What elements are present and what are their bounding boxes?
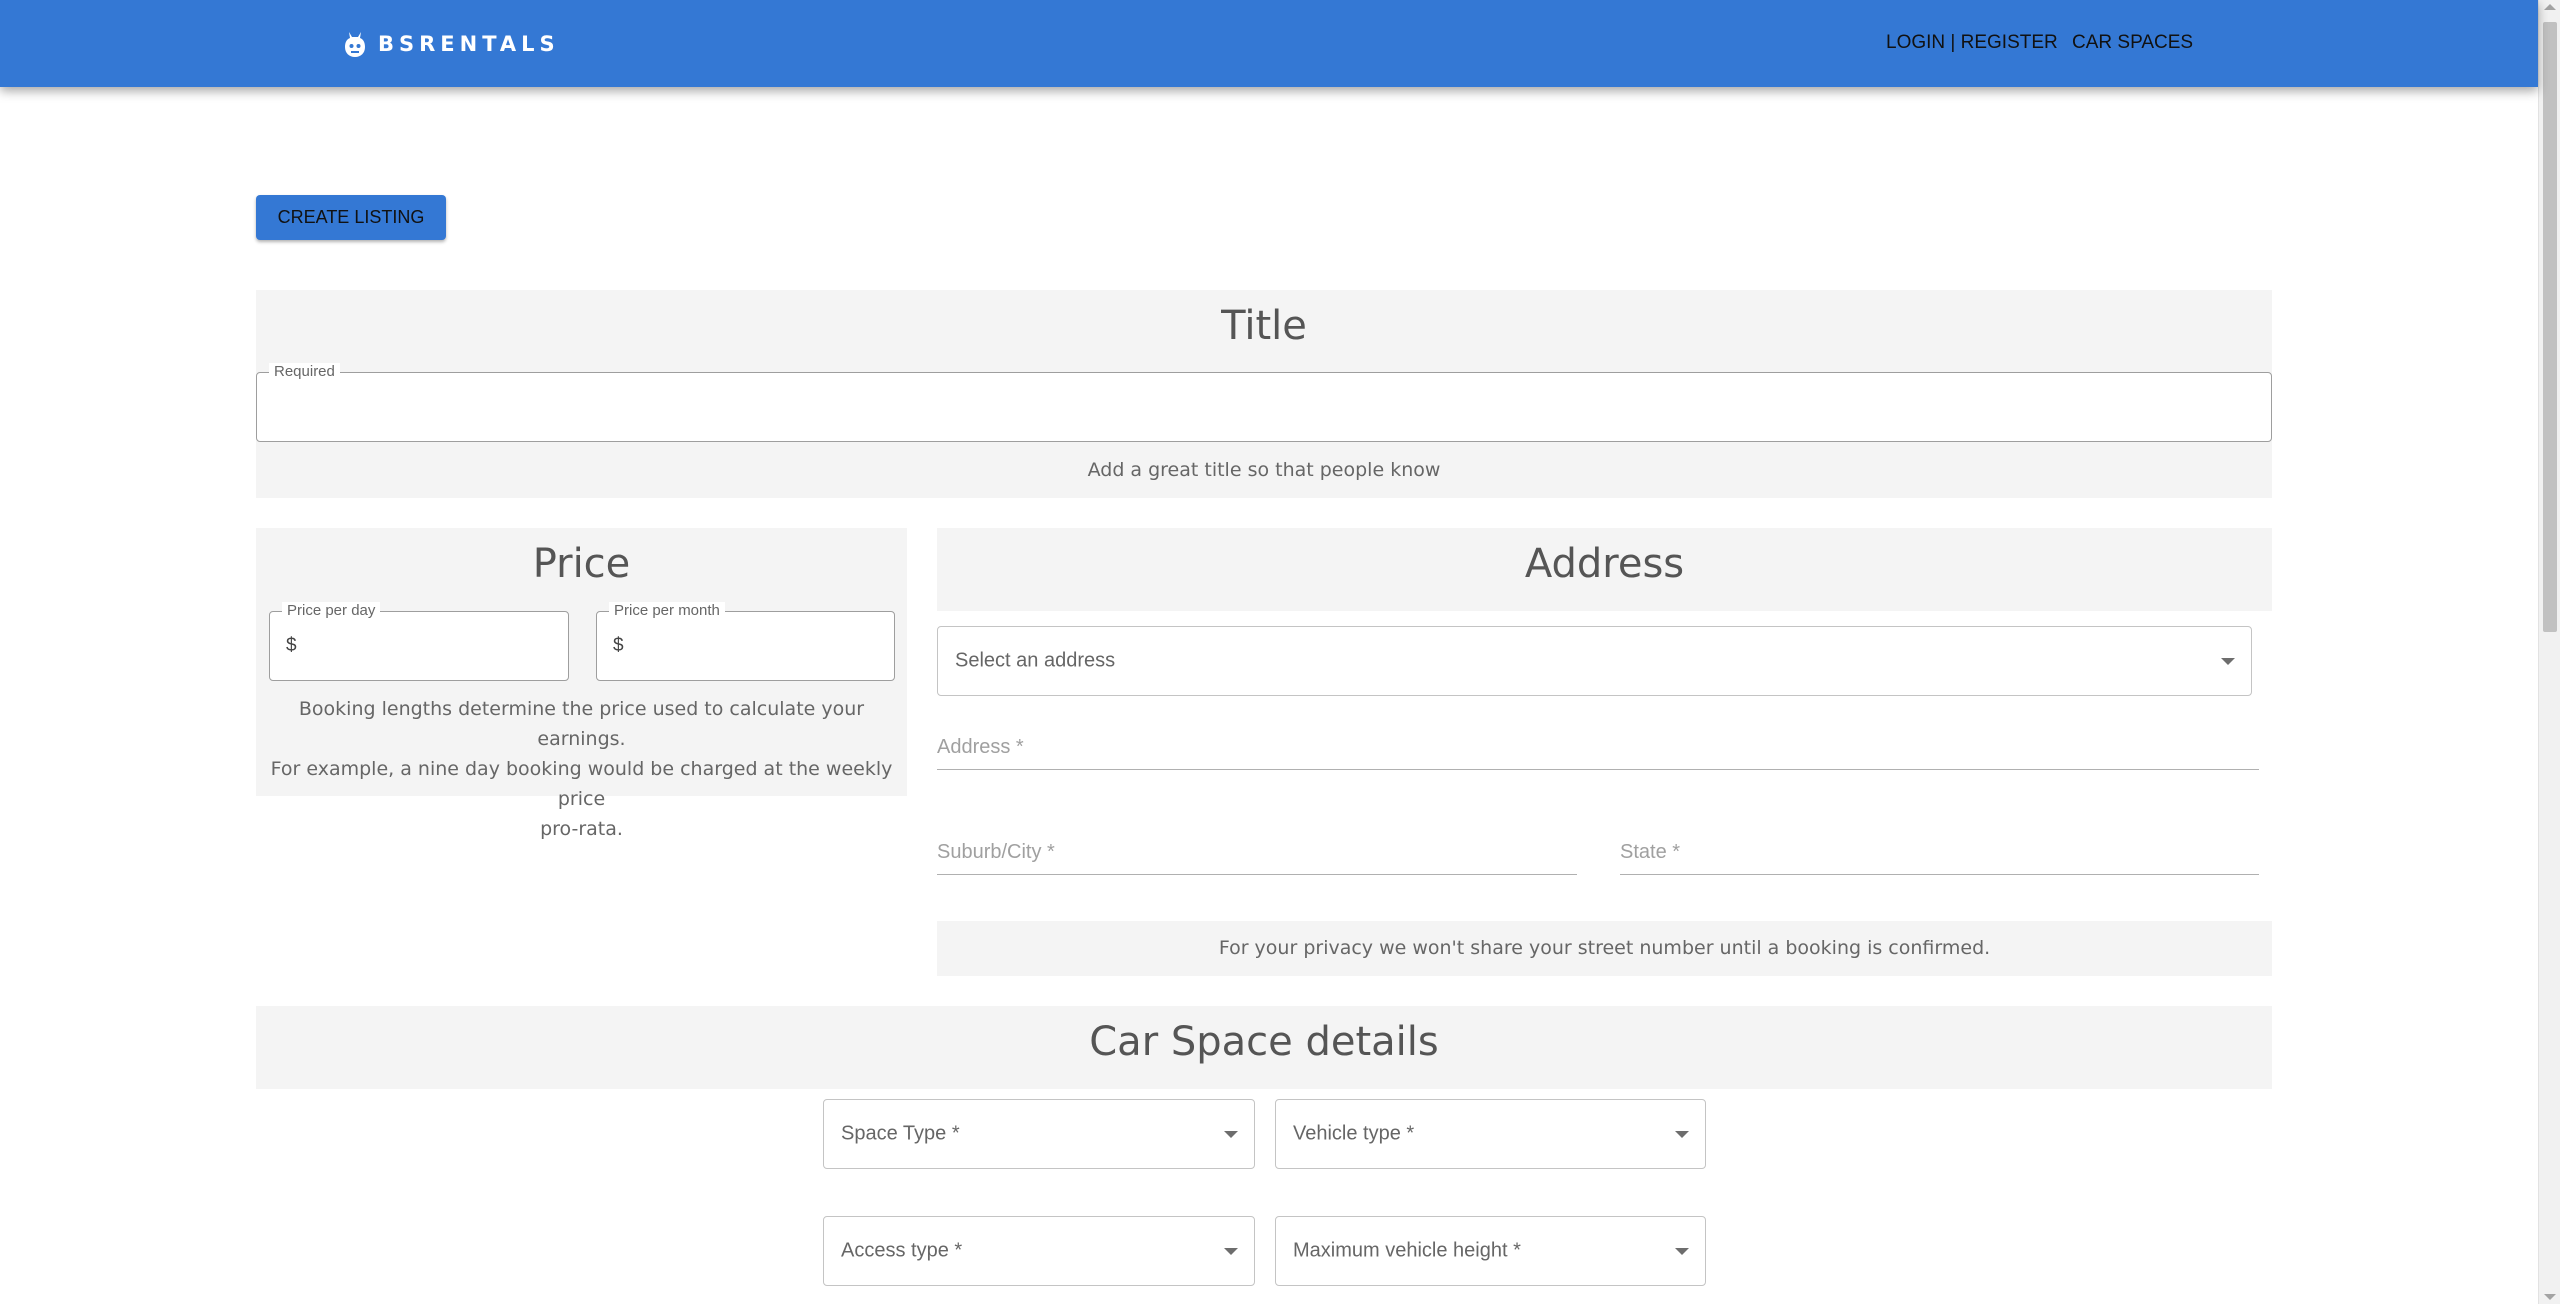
price-helper-line: Booking lengths determine the price used… xyxy=(298,698,865,750)
price-heading: Price xyxy=(532,541,631,587)
price-per-day-field[interactable]: Price per day $ xyxy=(269,602,569,681)
access-type-label: Access type * xyxy=(841,1239,963,1262)
price-per-month-input[interactable] xyxy=(633,622,884,670)
address-field[interactable]: Address * xyxy=(937,730,2259,770)
address-select[interactable]: Select an address xyxy=(937,626,2252,696)
title-field[interactable]: Required xyxy=(256,363,2272,442)
brand-logo[interactable]: BSRENTALS xyxy=(344,30,560,58)
scroll-thumb[interactable] xyxy=(2543,22,2557,632)
address-heading: Address xyxy=(1524,541,1685,587)
price-per-month-field[interactable]: Price per month $ xyxy=(596,602,895,681)
chevron-down-icon xyxy=(1675,1131,1689,1138)
scroll-down-arrow-icon[interactable] xyxy=(2544,1294,2556,1300)
currency-prefix: $ xyxy=(613,635,624,656)
max-vehicle-height-select[interactable]: Maximum vehicle height * xyxy=(1275,1216,1706,1286)
brand-name: BSRENTALS xyxy=(378,32,560,56)
space-type-select[interactable]: Space Type * xyxy=(823,1099,1255,1169)
price-per-day-input[interactable] xyxy=(306,622,558,670)
scroll-up-arrow-icon[interactable] xyxy=(2544,4,2556,10)
car-space-details-heading: Car Space details xyxy=(1089,1019,1439,1065)
address-select-placeholder: Select an address xyxy=(955,649,1116,672)
address-heading-panel: Address xyxy=(937,528,2272,611)
price-per-day-label: Price per day xyxy=(282,602,381,619)
price-helper-line: For example, a nine day booking would be… xyxy=(270,758,893,810)
page-scrollbar[interactable] xyxy=(2538,0,2560,1304)
suburb-city-label: Suburb/City * xyxy=(937,841,1055,863)
title-helper-text: Add a great title so that people know xyxy=(1087,459,1441,481)
state-field[interactable]: State * xyxy=(1620,835,2259,875)
app-header: BSRENTALS LOGIN | REGISTER CAR SPACES xyxy=(0,0,2538,87)
title-input[interactable] xyxy=(273,383,2261,431)
space-type-label: Space Type * xyxy=(841,1122,960,1145)
chevron-down-icon xyxy=(2221,658,2235,665)
state-label: State * xyxy=(1620,841,1681,863)
max-vehicle-height-label: Maximum vehicle height * xyxy=(1293,1239,1521,1262)
price-helper-line: pro-rata. xyxy=(540,818,623,840)
nav-car-spaces[interactable]: CAR SPACES xyxy=(2072,31,2193,55)
create-listing-button[interactable]: CREATE LISTING xyxy=(256,195,446,240)
price-section: Price Price per day $ Price per month $ … xyxy=(256,528,907,840)
address-field-label: Address * xyxy=(937,736,1024,758)
title-section: Title Required Add a great title so that… xyxy=(256,290,2272,498)
title-field-label: Required xyxy=(269,363,340,380)
privacy-note: For your privacy we won't share your str… xyxy=(1218,937,1991,959)
title-heading: Title xyxy=(1221,303,1307,349)
access-type-select[interactable]: Access type * xyxy=(823,1216,1255,1286)
vehicle-type-select[interactable]: Vehicle type * xyxy=(1275,1099,1706,1169)
chevron-down-icon xyxy=(1675,1248,1689,1255)
chevron-down-icon xyxy=(1224,1248,1238,1255)
chevron-down-icon xyxy=(1224,1131,1238,1138)
privacy-note-panel: For your privacy we won't share your str… xyxy=(937,921,2272,976)
suburb-city-field[interactable]: Suburb/City * xyxy=(937,835,1577,875)
vehicle-type-label: Vehicle type * xyxy=(1293,1122,1415,1145)
price-per-month-label: Price per month xyxy=(609,602,725,619)
price-helper-text: Booking lengths determine the price used… xyxy=(256,694,907,844)
nav-login-register[interactable]: LOGIN | REGISTER xyxy=(1886,31,2058,55)
currency-prefix: $ xyxy=(286,635,297,656)
robot-head-icon xyxy=(345,32,365,57)
car-space-details-panel: Car Space details xyxy=(256,1006,2272,1089)
